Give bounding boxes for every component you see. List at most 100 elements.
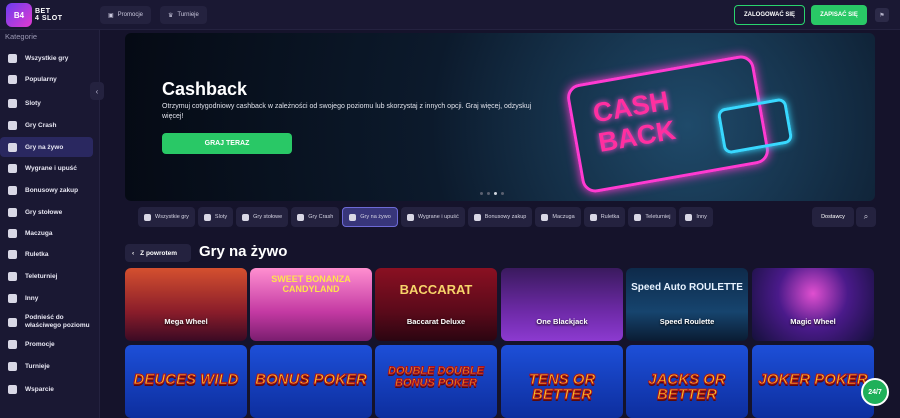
- game-tile[interactable]: TENS OR BETTER: [501, 345, 623, 418]
- grid-icon: [144, 213, 151, 221]
- slot-icon: [8, 98, 17, 108]
- sidebar-item-slots[interactable]: Sloty: [0, 95, 93, 111]
- tab-table-games[interactable]: Gry stołowe: [236, 207, 289, 227]
- cup-icon: [8, 361, 17, 371]
- sidebar-item-support[interactable]: Wsparcie: [0, 381, 93, 397]
- hero-banner: Cashback Otrzymuj cotygodniowy cashback …: [125, 33, 875, 201]
- more-icon: [685, 213, 693, 221]
- play-now-button[interactable]: GRAJ TERAZ: [162, 133, 292, 154]
- login-button[interactable]: ZALOGOWAĆ SIĘ: [734, 5, 805, 25]
- hero-title: Cashback: [162, 79, 248, 99]
- flag-icon[interactable]: ⚑: [875, 8, 889, 22]
- sidebar-item-label: Inny: [25, 294, 39, 302]
- tv-icon: [8, 271, 17, 281]
- rocket-icon: [8, 120, 17, 130]
- carousel-dots: [480, 192, 504, 195]
- sidebar-item-other[interactable]: Inny: [0, 290, 93, 306]
- page-title: Gry na żywo: [199, 243, 288, 260]
- tab-label: Gry Crash: [308, 214, 334, 220]
- tab-maczuga[interactable]: Maczuga: [535, 207, 581, 227]
- sidebar-item-live[interactable]: Gry na żywo: [0, 137, 93, 157]
- game-title: JACKS OR BETTER: [648, 371, 727, 403]
- sidebar-item-label: Bonusowy zakup: [25, 186, 79, 194]
- game-tile[interactable]: DOUBLE DOUBLE BONUS POKER: [375, 345, 497, 418]
- category-tabs: Wszystkie gry Sloty Gry stołowe Gry Cras…: [138, 207, 713, 227]
- sidebar-item-promotions[interactable]: Promocje: [0, 336, 93, 352]
- tab-live[interactable]: Gry na żywo: [342, 207, 398, 227]
- game-title: BONUS POKER: [255, 371, 368, 388]
- game-tile[interactable]: JACKS OR BETTER: [626, 345, 748, 418]
- sidebar-item-tournaments[interactable]: Turnieje: [0, 358, 93, 374]
- game-tile[interactable]: JOKER POKER: [752, 345, 874, 418]
- game-tile[interactable]: Magic Wheel: [752, 268, 874, 341]
- nav-promotions-label: Promocje: [117, 12, 144, 18]
- game-tile[interactable]: Mega Wheel: [125, 268, 247, 341]
- live-icon: [8, 142, 17, 152]
- sidebar-item-label: Gry na żywo: [25, 143, 64, 151]
- support-chat-button[interactable]: 24/7: [861, 378, 889, 406]
- game-title: TENS OR BETTER: [528, 371, 596, 403]
- roulette-icon: [8, 249, 17, 259]
- nav-promotions[interactable]: ▣ Promocje: [100, 6, 152, 24]
- game-title: DEUCES WILD: [133, 371, 239, 388]
- carousel-dot[interactable]: [480, 192, 483, 195]
- tab-slots[interactable]: Sloty: [197, 207, 234, 227]
- game-title: JOKER POKER: [758, 371, 868, 388]
- trophy-icon: ♛: [168, 12, 174, 19]
- sidebar-item-label: Promocje: [25, 340, 55, 348]
- game-title: Baccarat Deluxe: [406, 317, 466, 326]
- sidebar-item-popular[interactable]: Popularny: [0, 71, 93, 87]
- sidebar-item-label: Podnieść do właściwego poziomu: [25, 314, 90, 329]
- tab-label: Maczuga: [552, 214, 575, 220]
- sidebar-item-crash[interactable]: Gry Crash: [0, 117, 93, 133]
- search-icon[interactable]: ⌕: [856, 207, 876, 227]
- sidebar-item-game-show[interactable]: Teleturniej: [0, 268, 93, 284]
- logo[interactable]: B4 BET 4 SLOT: [6, 3, 63, 27]
- more-icon: [8, 293, 17, 303]
- sidebar-item-maczuga[interactable]: Maczuga: [0, 225, 93, 241]
- sidebar-item-drops-wins[interactable]: Wygrane i upuść: [0, 160, 93, 176]
- game-tile[interactable]: Speed Auto ROULETTE Speed Roulette: [626, 268, 748, 341]
- tab-label: Gry na żywo: [360, 214, 391, 220]
- game-tile[interactable]: One Blackjack: [501, 268, 623, 341]
- tab-crash[interactable]: Gry Crash: [291, 207, 340, 227]
- carousel-dot[interactable]: [501, 192, 504, 195]
- sidebar-item-bonus-buy[interactable]: Bonusowy zakup: [0, 182, 93, 198]
- game-art-text: Speed Auto ROULETTE: [631, 282, 743, 293]
- nav-tournaments[interactable]: ♛ Turnieje: [160, 6, 207, 24]
- game-tile[interactable]: SWEET BONANZA CANDYLAND: [250, 268, 372, 341]
- dice-icon: [8, 207, 17, 217]
- carousel-dot[interactable]: [487, 192, 490, 195]
- tab-bonus-buy[interactable]: Bonusowy zakup: [467, 207, 533, 227]
- sidebar-item-label: Teleturniej: [25, 272, 58, 280]
- sidebar-collapse-button[interactable]: ‹: [90, 82, 104, 100]
- register-button[interactable]: ZAPISAĆ SIĘ: [811, 5, 867, 25]
- chip-icon: [8, 228, 17, 238]
- tab-other[interactable]: Inny: [679, 207, 713, 227]
- tab-all-games[interactable]: Wszystkie gry: [138, 207, 195, 227]
- tab-label: Ruletka: [600, 214, 620, 220]
- gift-icon: [8, 185, 17, 195]
- game-tile[interactable]: BACCARAT Baccarat Deluxe: [375, 268, 497, 341]
- game-title: Magic Wheel: [790, 317, 836, 326]
- sidebar-item-label: Turnieje: [25, 362, 50, 370]
- tv-icon: [634, 213, 642, 221]
- provider-filter[interactable]: Dostawcy: [812, 207, 854, 227]
- carousel-dot-active[interactable]: [494, 192, 497, 195]
- tab-drops-wins[interactable]: Wygrane i upuść: [400, 207, 465, 227]
- game-tile[interactable]: DEUCES WILD: [125, 345, 247, 418]
- sidebar-item-table-games[interactable]: Gry stołowe: [0, 204, 93, 220]
- tab-game-show[interactable]: Teleturniej: [628, 207, 677, 227]
- live-icon: [349, 213, 357, 221]
- tab-roulette[interactable]: Ruletka: [583, 207, 626, 227]
- game-tile[interactable]: BONUS POKER: [250, 345, 372, 418]
- sidebar-item-level-up[interactable]: Podnieść do właściwego poziomu: [0, 310, 93, 334]
- rocket-icon: [297, 213, 305, 221]
- sidebar-item-all-games[interactable]: Wszystkie gry: [0, 50, 93, 66]
- back-button-label: Z powrotem: [140, 249, 178, 257]
- headset-icon: [8, 384, 17, 394]
- back-button[interactable]: ‹ Z powrotem: [125, 244, 191, 262]
- sidebar-item-label: Wsparcie: [25, 385, 54, 393]
- sidebar-item-roulette[interactable]: Ruletka: [0, 246, 93, 262]
- top-bar: B4 BET 4 SLOT ▣ Promocje ♛ Turnieje ZALO…: [0, 0, 900, 30]
